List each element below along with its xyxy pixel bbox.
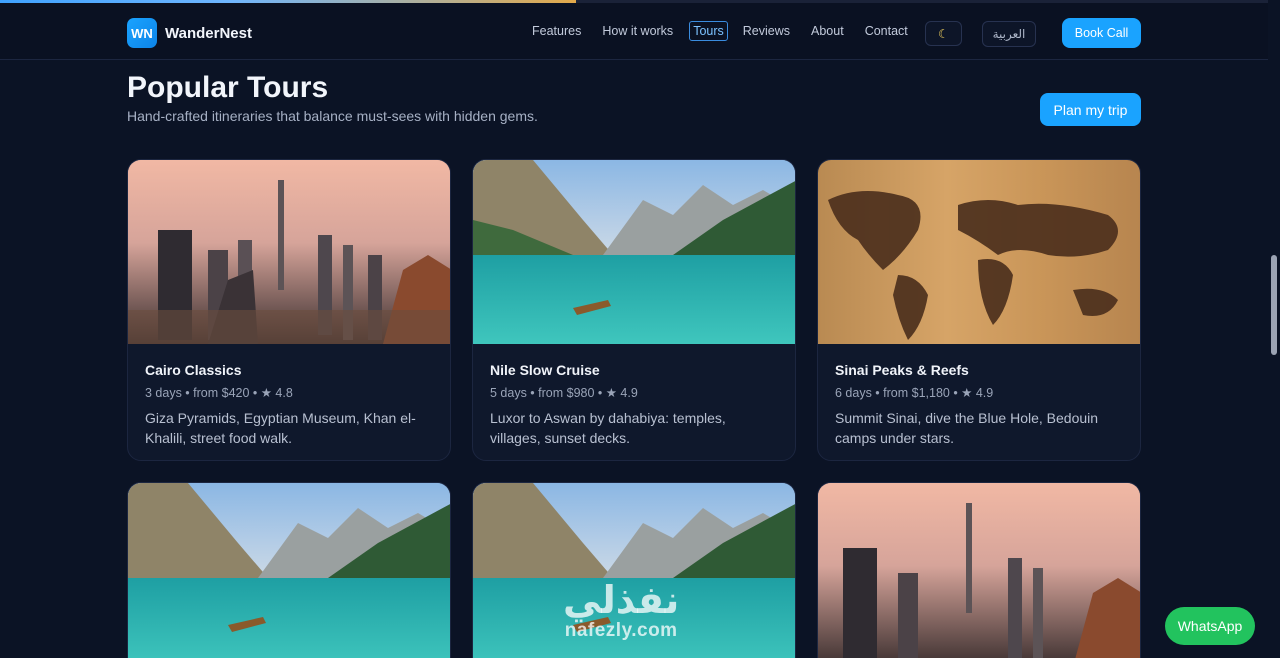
- nav-link-contact[interactable]: Contact: [858, 21, 915, 41]
- section-subtitle: Hand-crafted itineraries that balance mu…: [127, 108, 538, 124]
- nav-link-features[interactable]: Features: [525, 21, 588, 41]
- tour-description: Summit Sinai, dive the Blue Hole, Bedoui…: [835, 410, 1099, 446]
- plan-my-trip-button[interactable]: Plan my trip: [1040, 93, 1141, 126]
- nav-link-about[interactable]: About: [804, 21, 851, 41]
- tour-meta: 3 days • from $420 • ★ 4.8: [145, 386, 293, 400]
- tour-description: Giza Pyramids, Egyptian Museum, Khan el-…: [145, 410, 416, 446]
- nav-link-tours[interactable]: Tours: [689, 21, 728, 41]
- tour-description: Luxor to Aswan by dahabiya: temples, vil…: [490, 410, 726, 446]
- tour-meta: 6 days • from $1,180 • ★ 4.9: [835, 386, 994, 400]
- tour-card-row2-3[interactable]: [817, 482, 1141, 658]
- tour-title: Nile Slow Cruise: [490, 362, 600, 378]
- navbar: WN WanderNest Features How it works Tour…: [0, 3, 1268, 60]
- tour-image-lake: [128, 483, 450, 658]
- book-call-button[interactable]: Book Call: [1062, 18, 1141, 48]
- tour-title: Cairo Classics: [145, 362, 242, 378]
- tour-image-city: [818, 483, 1140, 658]
- scrollbar-thumb[interactable]: [1271, 255, 1277, 355]
- nav-link-how-it-works[interactable]: How it works: [595, 21, 680, 41]
- tour-card-nile[interactable]: Nile Slow Cruise 5 days • from $980 • ★ …: [472, 159, 796, 461]
- tour-card-cairo[interactable]: Cairo Classics 3 days • from $420 • ★ 4.…: [127, 159, 451, 461]
- tour-image-world-map: [818, 160, 1140, 344]
- tour-card-sinai[interactable]: Sinai Peaks & Reefs 6 days • from $1,180…: [817, 159, 1141, 461]
- language-button[interactable]: العربية: [982, 21, 1036, 47]
- tour-image-city: [128, 160, 450, 344]
- section-title: Popular Tours: [127, 71, 329, 104]
- scrollbar[interactable]: [1268, 0, 1280, 658]
- moon-icon: ☾: [938, 26, 949, 41]
- brand[interactable]: WN WanderNest: [127, 18, 252, 48]
- nav-link-reviews[interactable]: Reviews: [736, 21, 797, 41]
- theme-toggle-button[interactable]: ☾: [925, 21, 962, 46]
- tour-image-lake: [473, 160, 795, 344]
- tour-image-lake: [473, 483, 795, 658]
- brand-name: WanderNest: [165, 24, 252, 42]
- tour-card-row2-1[interactable]: [127, 482, 451, 658]
- tour-meta: 5 days • from $980 • ★ 4.9: [490, 386, 638, 400]
- nav-links: Features How it works Tours Reviews Abou…: [525, 21, 922, 41]
- tour-title: Sinai Peaks & Reefs: [835, 362, 969, 378]
- brand-logo: WN: [127, 18, 157, 48]
- tour-card-row2-2[interactable]: [472, 482, 796, 658]
- whatsapp-button[interactable]: WhatsApp: [1165, 607, 1255, 645]
